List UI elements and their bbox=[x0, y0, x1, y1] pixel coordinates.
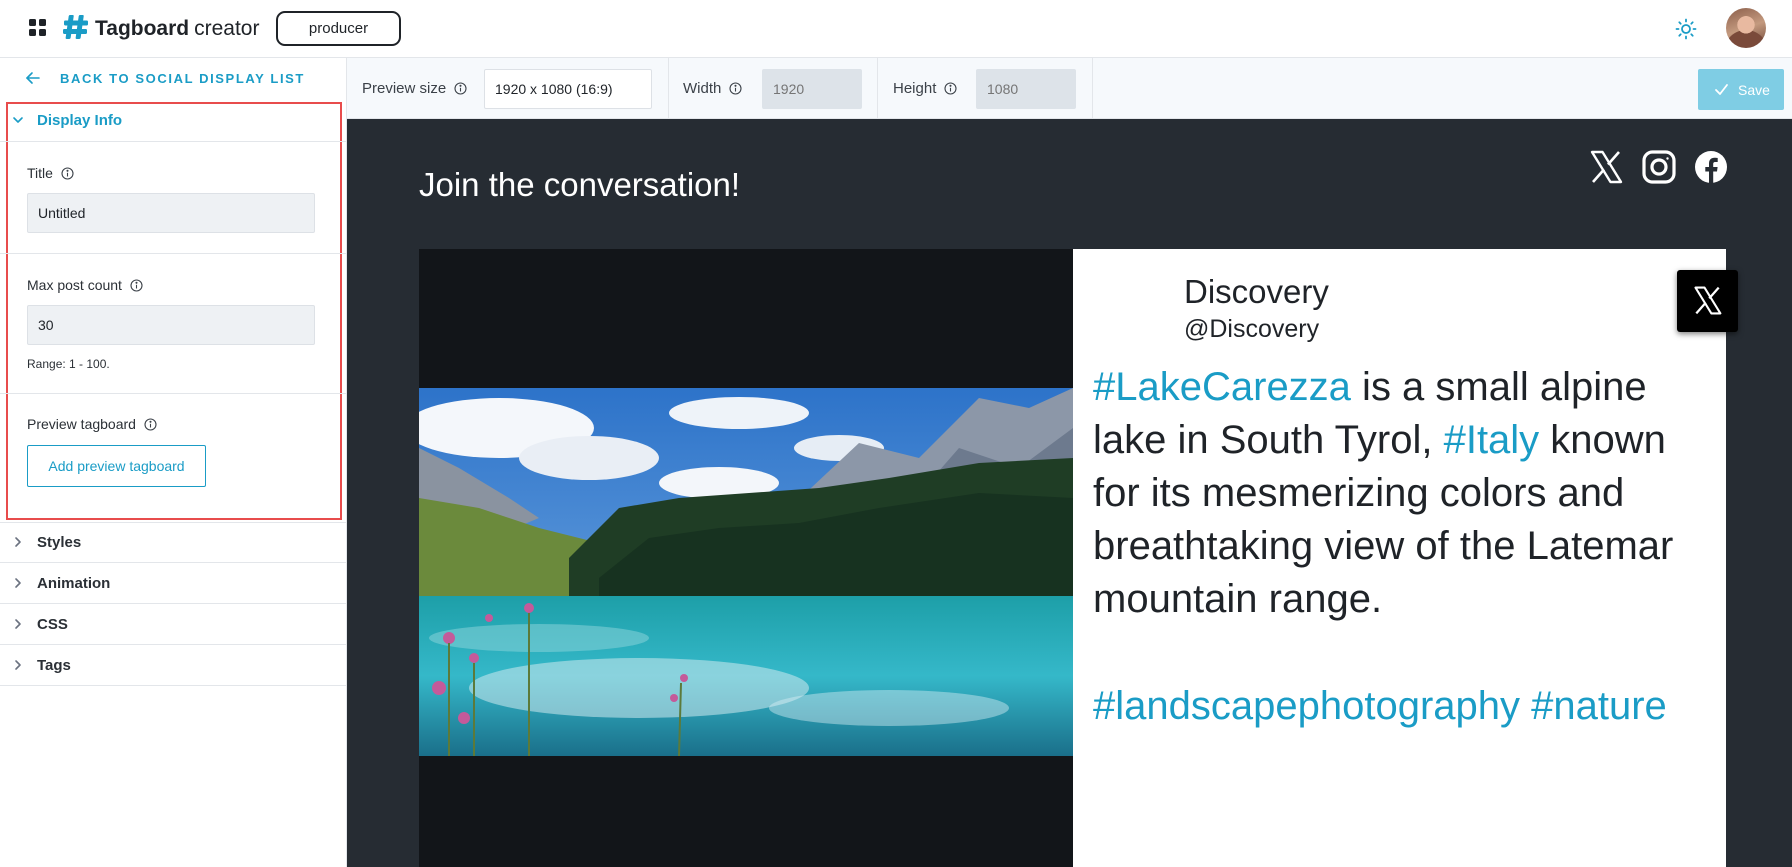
range-hint: Range: 1 - 100. bbox=[27, 357, 110, 371]
post-card: Discovery @Discovery #LakeCarezza is a s… bbox=[419, 249, 1726, 867]
section-label: Styles bbox=[37, 534, 82, 551]
add-preview-tagboard-button[interactable]: Add preview tagboard bbox=[27, 445, 206, 487]
post-author-handle: @Discovery bbox=[1184, 315, 1320, 343]
max-post-count-label-text: Max post count bbox=[27, 277, 122, 293]
preview-toolbar: Preview size Width Height bbox=[347, 58, 1792, 119]
theme-toggle-sun-icon[interactable] bbox=[1674, 17, 1698, 41]
info-icon[interactable] bbox=[944, 82, 957, 95]
preview-tagboard-label: Preview tagboard bbox=[27, 416, 157, 432]
app-brand: Tagboard creator bbox=[95, 16, 259, 42]
title-label: Title bbox=[27, 165, 74, 181]
post-text-panel: Discovery @Discovery #LakeCarezza is a s… bbox=[1073, 249, 1726, 867]
divider bbox=[0, 141, 346, 142]
post-hashtag: #LakeCarezza bbox=[1093, 365, 1351, 409]
x-icon[interactable] bbox=[1588, 149, 1624, 185]
arrow-left-icon bbox=[26, 72, 40, 84]
section-label: Animation bbox=[37, 575, 111, 592]
chevron-right-icon bbox=[15, 578, 21, 588]
height-input bbox=[976, 69, 1076, 109]
check-icon bbox=[1715, 84, 1728, 95]
info-icon[interactable] bbox=[61, 167, 74, 180]
section-label: Tags bbox=[37, 657, 71, 674]
chevron-right-icon bbox=[15, 660, 21, 670]
width-input bbox=[762, 69, 862, 109]
brand-product: creator bbox=[194, 17, 260, 40]
info-icon[interactable] bbox=[454, 82, 467, 95]
preview-size-label: Preview size bbox=[362, 80, 467, 97]
section-label: Display Info bbox=[37, 112, 123, 129]
section-styles[interactable]: Styles bbox=[0, 522, 346, 562]
back-link-label: BACK TO SOCIAL DISPLAY LIST bbox=[60, 71, 305, 86]
toolbar-separator bbox=[877, 58, 878, 119]
section-css[interactable]: CSS bbox=[0, 604, 346, 644]
preview-canvas: Join the conversation! Discovery @Discov… bbox=[347, 119, 1792, 867]
divider bbox=[0, 685, 346, 686]
width-label: Width bbox=[683, 80, 742, 97]
x-icon bbox=[1694, 286, 1722, 315]
save-button[interactable]: Save bbox=[1698, 69, 1784, 110]
chevron-right-icon bbox=[15, 619, 21, 629]
tagboard-logo-icon bbox=[63, 15, 88, 39]
toolbar-separator bbox=[668, 58, 669, 119]
chevron-right-icon bbox=[15, 537, 21, 547]
user-avatar[interactable] bbox=[1726, 8, 1766, 48]
max-post-count-label: Max post count bbox=[27, 277, 143, 293]
display-headline: Join the conversation! bbox=[419, 166, 741, 203]
divider bbox=[0, 253, 346, 254]
max-post-count-input[interactable] bbox=[27, 305, 315, 345]
width-label-text: Width bbox=[683, 80, 722, 97]
title-label-text: Title bbox=[27, 165, 53, 181]
divider bbox=[0, 393, 346, 394]
post-network-badge bbox=[1677, 270, 1738, 332]
save-label: Save bbox=[1738, 82, 1770, 98]
toolbar-separator bbox=[1092, 58, 1093, 119]
role-selector[interactable]: producer bbox=[276, 11, 401, 46]
post-media bbox=[419, 249, 1073, 867]
back-to-list-link[interactable]: BACK TO SOCIAL DISPLAY LIST bbox=[0, 58, 346, 98]
section-label: CSS bbox=[37, 616, 68, 633]
height-label-text: Height bbox=[893, 80, 937, 97]
section-animation[interactable]: Animation bbox=[0, 563, 346, 603]
post-hashtag: #Italy bbox=[1443, 418, 1540, 462]
post-hashtags: #landscapephotography #nature bbox=[1093, 684, 1667, 728]
chevron-down-icon bbox=[13, 117, 23, 123]
preview-size-select[interactable] bbox=[484, 69, 652, 109]
apps-grid-icon[interactable] bbox=[29, 19, 46, 36]
info-icon[interactable] bbox=[144, 418, 157, 431]
title-input[interactable] bbox=[27, 193, 315, 233]
preview-tagboard-label-text: Preview tagboard bbox=[27, 416, 136, 432]
post-photo bbox=[419, 388, 1073, 756]
info-icon[interactable] bbox=[729, 82, 742, 95]
height-label: Height bbox=[893, 80, 957, 97]
section-tags[interactable]: Tags bbox=[0, 645, 346, 685]
instagram-icon[interactable] bbox=[1641, 149, 1677, 185]
preview-size-label-text: Preview size bbox=[362, 80, 447, 97]
post-author-name: Discovery bbox=[1184, 273, 1329, 310]
facebook-icon[interactable] bbox=[1693, 149, 1729, 185]
brand-name: Tagboard bbox=[95, 17, 190, 40]
info-icon[interactable] bbox=[130, 279, 143, 292]
section-display-info[interactable]: Display Info bbox=[0, 100, 346, 140]
top-bar: Tagboard creator producer bbox=[0, 0, 1792, 58]
sidebar: BACK TO SOCIAL DISPLAY LIST Display Info… bbox=[0, 58, 347, 867]
post-body: #LakeCarezza is a small alpine lake in S… bbox=[1093, 361, 1713, 626]
